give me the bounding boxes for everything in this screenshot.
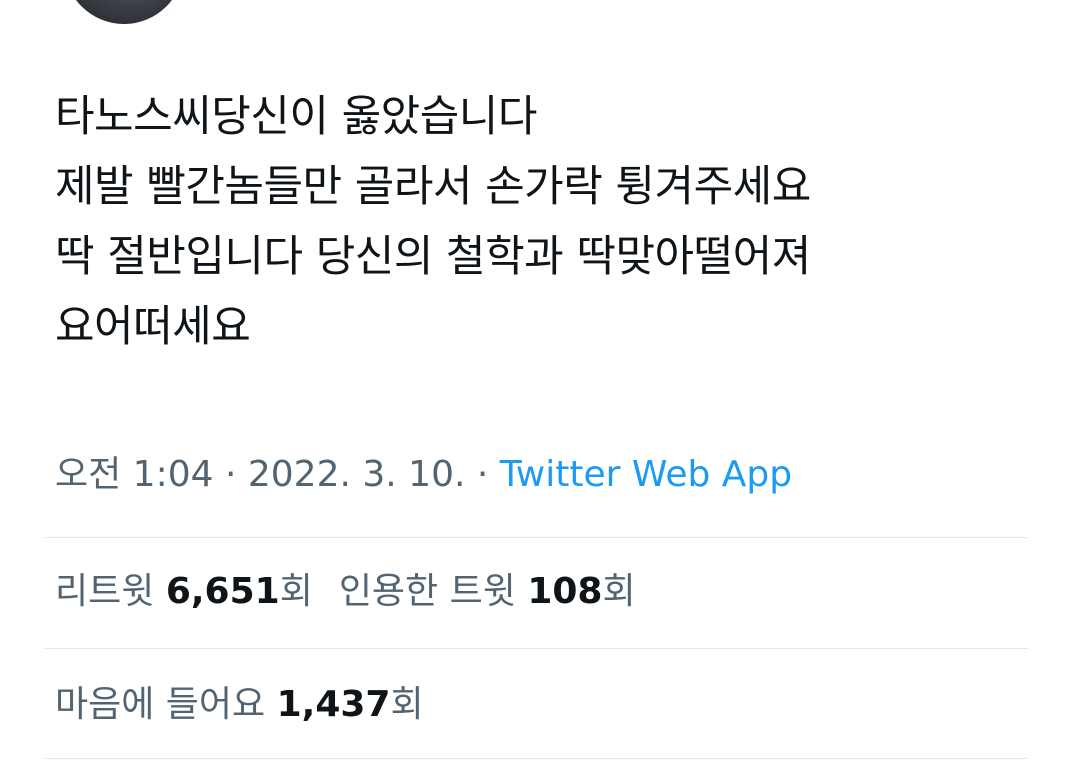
tweet-time[interactable]: 오전 1:04 (55, 454, 214, 495)
engagement-stats-row: 리트윗 6,651회 인용한 트윗 108회 (55, 567, 636, 617)
avatar[interactable] (64, 0, 184, 24)
tweet-date[interactable]: 2022. 3. 10. (248, 454, 466, 495)
likes-stat[interactable]: 마음에 들어요 1,437회 (55, 684, 424, 725)
quote-tweets-label: 인용한 트윗 (338, 571, 528, 612)
meta-separator: · (465, 454, 500, 495)
likes-label: 마음에 들어요 (55, 684, 277, 725)
likes-count: 1,437 (276, 684, 391, 725)
tweet-source-link[interactable]: Twitter Web App (500, 454, 792, 495)
divider (45, 758, 1028, 759)
quote-tweets-stat[interactable]: 인용한 트윗 108회 (339, 571, 636, 612)
retweets-unit: 회 (279, 571, 313, 612)
tweet-text: 타노스씨당신이 옳았습니다 제발 빨간놈들만 골라서 손가락 튕겨주세요 딱 절… (55, 82, 1045, 362)
tweet-text-line: 타노스씨당신이 옳았습니다 (55, 92, 537, 142)
tweet-meta: 오전 1:04 · 2022. 3. 10. · Twitter Web App (55, 450, 792, 500)
retweets-count: 6,651 (165, 571, 280, 612)
divider (45, 648, 1028, 649)
tweet-text-line: 딱 절반입니다 당신의 철학과 딱맞아떨어져 (55, 232, 811, 282)
quote-tweets-unit: 회 (602, 571, 636, 612)
retweets-stat[interactable]: 리트윗 6,651회 (55, 571, 313, 612)
meta-separator: · (213, 454, 248, 495)
divider (45, 537, 1028, 538)
retweets-label: 리트윗 (55, 571, 166, 612)
tweet-text-line: 요어떠세요 (55, 302, 251, 352)
likes-unit: 회 (390, 684, 424, 725)
likes-stats-row: 마음에 들어요 1,437회 (55, 680, 424, 730)
tweet-text-line: 제발 빨간놈들만 골라서 손가락 튕겨주세요 (55, 162, 811, 212)
quote-tweets-count: 108 (527, 571, 603, 612)
